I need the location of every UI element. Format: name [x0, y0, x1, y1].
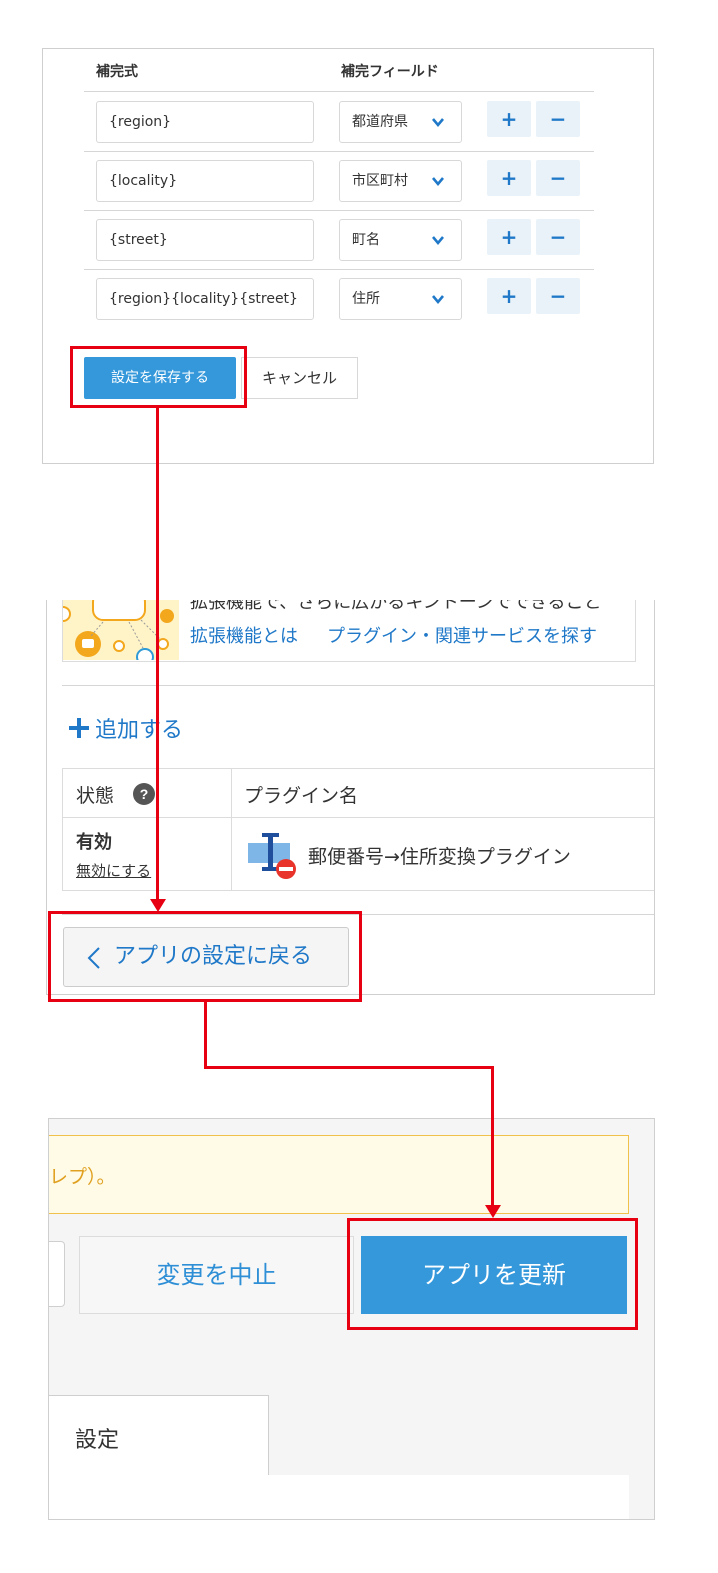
- formula-input-1[interactable]: {region}: [96, 101, 314, 143]
- chevron-down-icon: [432, 295, 444, 305]
- notice-box: レプ）。: [49, 1135, 629, 1214]
- add-row-button[interactable]: +: [487, 278, 531, 314]
- add-plugin-button[interactable]: 追加する: [67, 713, 183, 743]
- divider: [84, 210, 594, 211]
- arrow-down-icon: [485, 1205, 501, 1218]
- tab-settings[interactable]: 設定: [49, 1395, 269, 1485]
- field-select-value: 市区町村: [352, 173, 408, 189]
- extension-illustration-icon: [63, 600, 179, 660]
- svg-text:?: ?: [140, 786, 149, 802]
- add-row-button[interactable]: +: [487, 160, 531, 196]
- flow-connector: [491, 1066, 494, 1207]
- field-select-1[interactable]: 都道府県: [339, 101, 462, 143]
- help-link[interactable]: レプ）。: [49, 1166, 116, 1188]
- settings-content: [49, 1475, 629, 1519]
- plugin-name-cell: 郵便番号→住所変換プラグイン: [231, 817, 654, 891]
- flow-connector: [204, 1002, 207, 1069]
- arrow-down-icon: [150, 899, 166, 912]
- flow-connector: [156, 408, 159, 902]
- disable-plugin-link[interactable]: 無効にする: [76, 860, 151, 881]
- chevron-down-icon: [432, 236, 444, 246]
- highlight-update-button: [347, 1218, 638, 1330]
- field-select-value: 都道府県: [352, 114, 408, 130]
- formula-input-3[interactable]: {street}: [96, 219, 314, 261]
- help-icon[interactable]: ?: [133, 783, 155, 805]
- add-plugin-label: 追加する: [95, 718, 184, 743]
- add-row-button[interactable]: +: [487, 101, 531, 137]
- column-header-field: 補完フィールド: [341, 64, 439, 80]
- divider: [84, 269, 594, 270]
- divider: [62, 685, 654, 686]
- field-select-4[interactable]: 住所: [339, 278, 462, 320]
- header-name-cell: プラグイン名: [231, 768, 654, 818]
- highlight-save-button: [70, 346, 247, 408]
- chevron-down-icon: [432, 118, 444, 128]
- field-select-value: 町名: [352, 232, 380, 248]
- plugin-icon: [248, 833, 296, 879]
- cancel-changes-button[interactable]: 変更を中止: [79, 1236, 354, 1314]
- field-select-2[interactable]: 市区町村: [339, 160, 462, 202]
- divider: [84, 91, 594, 92]
- formula-input-4[interactable]: {region}{locality}{street}: [96, 278, 314, 320]
- chevron-down-icon: [432, 177, 444, 187]
- field-select-3[interactable]: 町名: [339, 219, 462, 261]
- field-select-value: 住所: [352, 291, 380, 307]
- status-header: 状態: [76, 785, 115, 807]
- plus-icon: [69, 718, 89, 738]
- remove-row-button[interactable]: −: [536, 101, 580, 137]
- notice-text: レプ）。: [49, 1162, 116, 1189]
- plugin-name-header: プラグイン名: [244, 785, 359, 807]
- add-row-button[interactable]: +: [487, 219, 531, 255]
- highlight-back-button: [48, 911, 362, 1002]
- remove-row-button[interactable]: −: [536, 160, 580, 196]
- plugin-name: 郵便番号→住所変換プラグイン: [308, 846, 571, 868]
- banner-text: 拡張機能で、さらに広がるキントーンでできること: [190, 600, 602, 613]
- find-plugins-link[interactable]: プラグイン・関連サービスを探す: [327, 622, 597, 648]
- what-is-extension-link[interactable]: 拡張機能とは: [190, 622, 298, 648]
- cancel-button[interactable]: キャンセル: [241, 357, 358, 399]
- header-status-cell: 状態 ?: [62, 768, 232, 818]
- status-cell: 有効 無効にする: [62, 817, 232, 891]
- column-header-formula: 補完式: [96, 64, 138, 80]
- flow-connector: [204, 1066, 494, 1069]
- remove-row-button[interactable]: −: [536, 219, 580, 255]
- divider: [84, 151, 594, 152]
- partial-button[interactable]: [49, 1241, 65, 1307]
- status-value: 有効: [76, 832, 112, 853]
- remove-row-button[interactable]: −: [536, 278, 580, 314]
- tab-settings-label: 設定: [75, 1428, 120, 1453]
- formula-input-2[interactable]: {locality}: [96, 160, 314, 202]
